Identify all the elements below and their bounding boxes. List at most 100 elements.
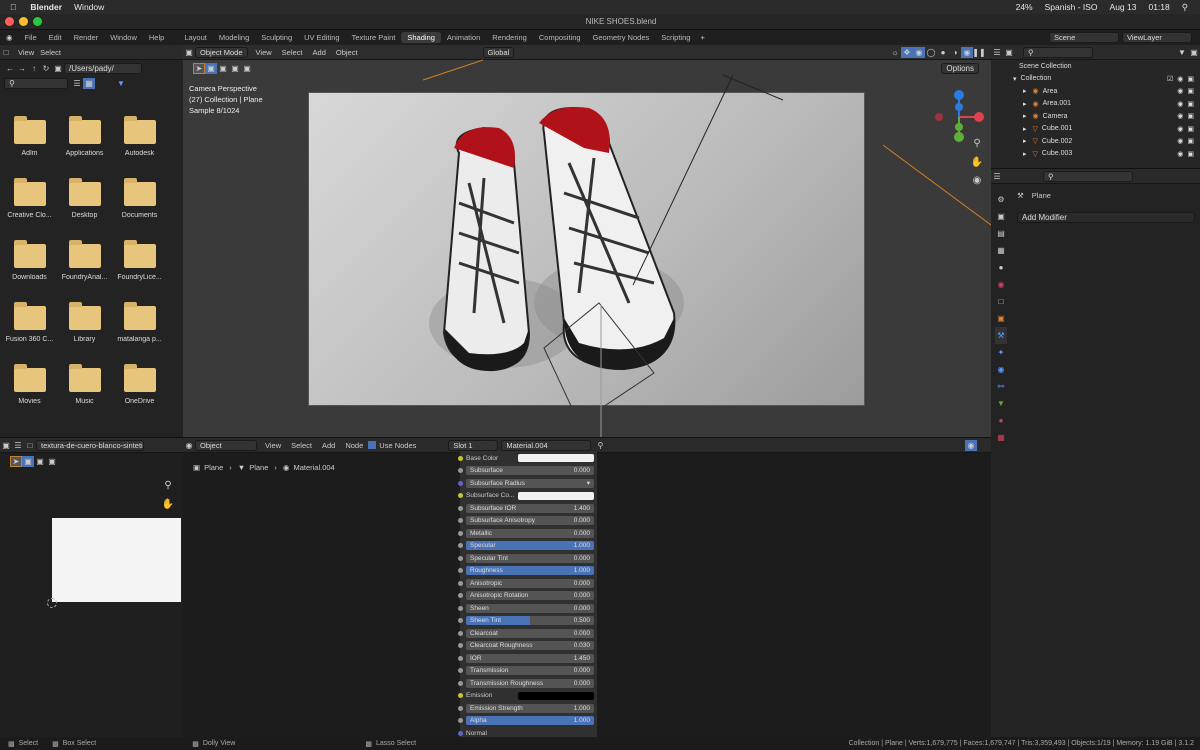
- menu-window[interactable]: Window: [104, 32, 143, 43]
- blender-logo-icon[interactable]: ◉: [6, 33, 13, 42]
- bsdf-value-slider[interactable]: Roughness 1.000: [466, 566, 594, 576]
- input-socket-icon[interactable]: [458, 593, 463, 599]
- bsdf-input-row[interactable]: Subsurface Radius ▾: [458, 478, 597, 489]
- browse-image-icon[interactable]: □: [24, 440, 36, 451]
- bsdf-value-slider[interactable]: Clearcoat 0.000: [466, 628, 594, 638]
- node-editor-panel[interactable]: ◉ Object View Select Add Node Use Nodes …: [183, 437, 991, 738]
- input-socket-icon[interactable]: [458, 493, 463, 499]
- use-nodes-checkbox[interactable]: [368, 441, 377, 449]
- thumbnail-view-icon[interactable]: ▦: [83, 77, 95, 89]
- shader-type-selector[interactable]: Object: [195, 439, 257, 451]
- folder-item[interactable]: OneDrive: [112, 358, 167, 420]
- tab-layout[interactable]: Layout: [178, 32, 213, 43]
- eye-icon[interactable]: ◉: [1177, 75, 1183, 83]
- input-socket-icon[interactable]: [458, 580, 463, 586]
- material-tab-icon[interactable]: ●: [995, 412, 1007, 429]
- image-select-new-icon[interactable]: ▣: [22, 455, 34, 467]
- bsdf-value-slider[interactable]: IOR 1.450: [466, 653, 594, 663]
- outliner-item[interactable]: ▸ ▽ Cube.003 ◉ ▣: [991, 148, 1200, 161]
- bsdf-input-row[interactable]: IOR 1.450: [458, 653, 597, 664]
- input-socket-icon[interactable]: [458, 630, 463, 636]
- refresh-icon[interactable]: ↻: [40, 63, 52, 74]
- eye-icon[interactable]: ◉: [1177, 100, 1183, 108]
- bsdf-input-row[interactable]: Emission: [458, 691, 597, 702]
- date-label[interactable]: Aug 13: [1110, 2, 1137, 12]
- bsdf-value-slider[interactable]: Subsurface IOR 1.400: [466, 503, 594, 513]
- material-selector[interactable]: Material.004: [501, 439, 592, 451]
- image-select-tool-icon[interactable]: ➤: [10, 455, 22, 467]
- tab-scripting[interactable]: Scripting: [655, 32, 696, 43]
- bsdf-input-row[interactable]: Clearcoat Roughness 0.030: [458, 641, 597, 652]
- principled-bsdf-node[interactable]: Base Color Subsurface 0.000 Subsurface Radi…: [458, 451, 597, 738]
- pin-icon[interactable]: ⚲: [594, 440, 606, 451]
- input-socket-icon[interactable]: [458, 668, 463, 674]
- menu-help[interactable]: Help: [143, 32, 170, 43]
- input-socket-icon[interactable]: [458, 555, 463, 561]
- data-tab-icon[interactable]: ▼: [995, 395, 1007, 412]
- bsdf-input-row[interactable]: Subsurface IOR 1.400: [458, 503, 597, 514]
- bsdf-value-slider[interactable]: Anisotropic 0.000: [466, 578, 594, 588]
- input-socket-icon[interactable]: [458, 618, 463, 624]
- camera-render-icon[interactable]: ▣: [1187, 112, 1194, 120]
- bsdf-value-slider[interactable]: Alpha 1.000: [466, 716, 594, 726]
- file-select-menu[interactable]: Select: [40, 48, 61, 57]
- bsdf-value-slider[interactable]: Specular 1.000: [466, 541, 594, 551]
- eye-icon[interactable]: ◉: [1177, 87, 1183, 95]
- outliner-item[interactable]: ▸ ▽ Cube.002 ◉ ▣: [991, 135, 1200, 148]
- outliner-item[interactable]: ▸ ◉ Camera ◉ ▣: [991, 110, 1200, 123]
- maximize-window-button[interactable]: [33, 17, 42, 26]
- menu-edit[interactable]: Edit: [43, 32, 68, 43]
- input-socket-icon[interactable]: [458, 480, 463, 486]
- menu-file[interactable]: File: [19, 32, 43, 43]
- expand-arrow-icon[interactable]: ▸: [1023, 112, 1027, 120]
- scene-collection-row[interactable]: Scene Collection: [991, 60, 1200, 73]
- camera-render-icon[interactable]: ▣: [1187, 87, 1194, 95]
- bsdf-input-row[interactable]: Clearcoat 0.000: [458, 628, 597, 639]
- battery-label[interactable]: 24%: [1016, 2, 1033, 12]
- slot-selector[interactable]: Slot 1: [448, 439, 499, 451]
- collection-tab-icon[interactable]: □: [995, 293, 1007, 310]
- input-socket-icon[interactable]: [458, 730, 463, 736]
- expand-arrow-icon[interactable]: ▸: [1023, 150, 1027, 158]
- camera-render-icon[interactable]: ▣: [1187, 137, 1194, 145]
- world-tab-icon[interactable]: ◉: [995, 276, 1007, 293]
- outliner-filter-icon[interactable]: ▼: [1176, 47, 1188, 58]
- bsdf-input-row[interactable]: Specular 1.000: [458, 541, 597, 552]
- app-menu[interactable]: Blender: [30, 2, 62, 12]
- zoom-icon[interactable]: ⚲: [971, 138, 983, 149]
- texture-tab-icon[interactable]: ▦: [995, 429, 1007, 446]
- input-socket-icon[interactable]: [458, 718, 463, 724]
- camera-render-icon[interactable]: ▣: [1187, 75, 1194, 83]
- eye-icon[interactable]: ◉: [1177, 125, 1183, 133]
- outliner-item[interactable]: ▸ ▽ Cube.001 ◉ ▣: [991, 123, 1200, 136]
- tab-sculpting[interactable]: Sculpting: [255, 32, 298, 43]
- eye-icon[interactable]: ◉: [1177, 137, 1183, 145]
- node-editor-icon[interactable]: ◉: [183, 440, 195, 451]
- input-language[interactable]: Spanish - ISO: [1045, 2, 1098, 12]
- new-collection-icon[interactable]: ▣: [1188, 47, 1200, 58]
- constraints-tab-icon[interactable]: ⚯: [995, 378, 1007, 395]
- tab-rendering[interactable]: Rendering: [486, 32, 533, 43]
- input-socket-icon[interactable]: [458, 543, 463, 549]
- folder-item[interactable]: Adlm: [2, 110, 57, 172]
- display-mode-icon[interactable]: ▣: [1003, 47, 1015, 58]
- bsdf-value-slider[interactable]: Transmission 0.000: [466, 666, 594, 676]
- back-arrow-icon[interactable]: ←: [4, 63, 16, 74]
- forward-arrow-icon[interactable]: →: [16, 63, 28, 74]
- bsdf-input-row[interactable]: Specular Tint 0.000: [458, 553, 597, 564]
- expand-arrow-icon[interactable]: ▸: [1023, 137, 1027, 145]
- bsdf-input-row[interactable]: Roughness 1.000: [458, 566, 597, 577]
- folder-item[interactable]: Creative Clo...: [2, 172, 57, 234]
- input-socket-icon[interactable]: [458, 530, 463, 536]
- bsdf-input-row[interactable]: Anisotropic 0.000: [458, 578, 597, 589]
- input-socket-icon[interactable]: [458, 680, 463, 686]
- tab-geometry-nodes[interactable]: Geometry Nodes: [587, 32, 656, 43]
- image-select-subtract-icon[interactable]: ▣: [46, 456, 58, 467]
- path-field[interactable]: /Users/pady/: [64, 62, 142, 74]
- expand-arrow-icon[interactable]: ▸: [1023, 125, 1027, 133]
- input-socket-icon[interactable]: [458, 568, 463, 574]
- color-swatch[interactable]: [518, 691, 594, 700]
- bsdf-dropdown[interactable]: Subsurface Radius ▾: [466, 478, 594, 488]
- 3d-viewport[interactable]: ▣ Object Mode View Select Add Object Glo…: [183, 45, 991, 437]
- node-select-menu[interactable]: Select: [291, 441, 312, 450]
